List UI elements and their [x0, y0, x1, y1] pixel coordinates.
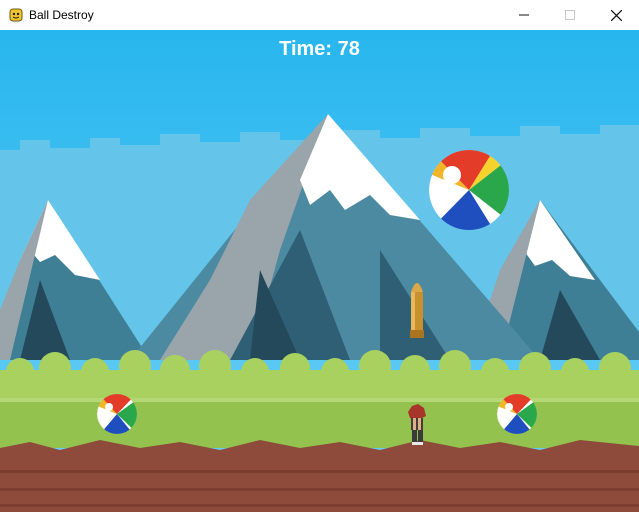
game-window: Ball Destroy Time: 78	[0, 0, 639, 512]
grass-field	[0, 398, 639, 448]
time-counter: Time: 78	[279, 38, 360, 60]
window-title: Ball Destroy	[29, 8, 94, 22]
bullet	[410, 283, 424, 338]
pygame-snake-icon	[9, 8, 23, 22]
game-scene	[0, 30, 639, 512]
maximize-icon	[565, 10, 575, 20]
dirt-ground	[0, 440, 639, 512]
close-icon	[610, 9, 622, 21]
grass-highlight	[0, 398, 639, 402]
minimize-icon	[519, 14, 529, 16]
maximize-button[interactable]	[547, 0, 593, 30]
close-button[interactable]	[593, 0, 639, 30]
minimize-button[interactable]	[501, 0, 547, 30]
title-bar[interactable]: Ball Destroy	[0, 0, 639, 30]
game-canvas[interactable]: Time: 78	[0, 30, 639, 512]
window-controls	[501, 0, 639, 30]
